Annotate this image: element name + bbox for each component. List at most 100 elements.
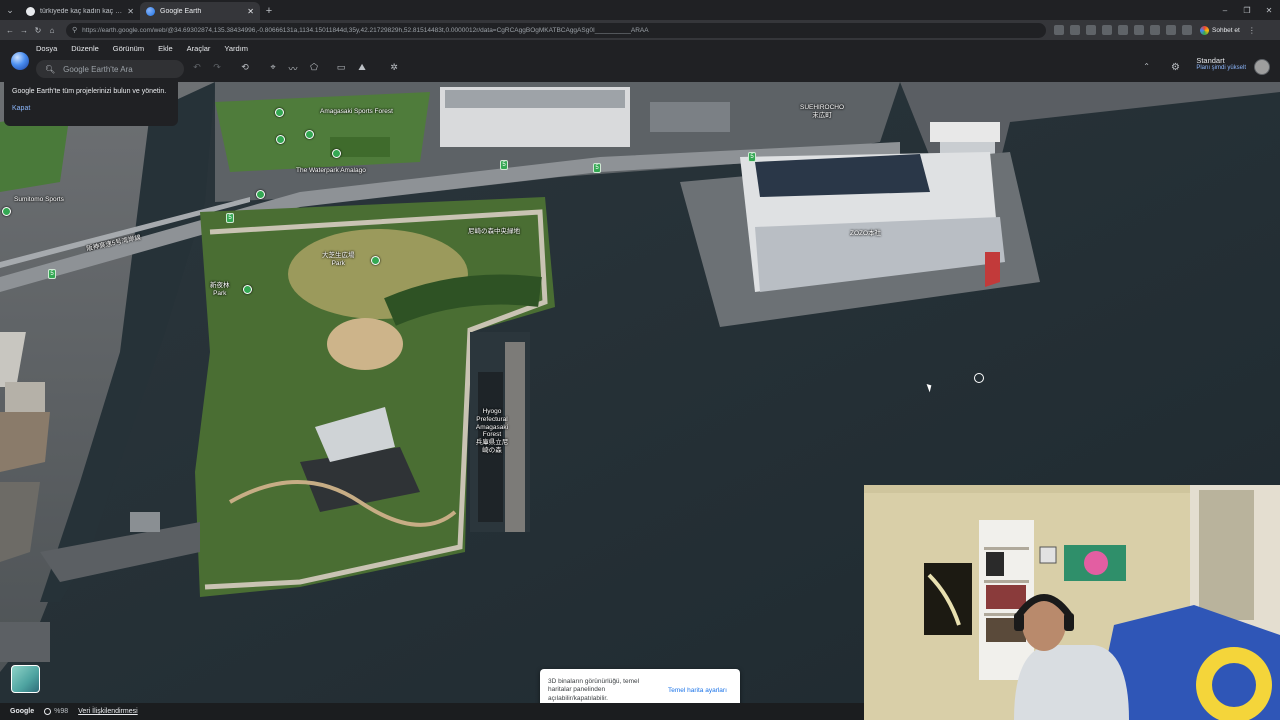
map-poi-pin-icon[interactable] bbox=[371, 256, 380, 265]
app-toolbar: 🔍︎ Google Earth'te Ara ↶ ↷ ⟲ ⌖ 〰 ⬠ ▭ ⛰ ✲… bbox=[0, 56, 1280, 82]
avatar[interactable] bbox=[1254, 59, 1270, 75]
url-field[interactable]: ⚲ https://earth.google.com/web/@34.69302… bbox=[66, 22, 1046, 38]
menu-tools[interactable]: Araçlar bbox=[187, 44, 211, 53]
search-icon: 🔍︎ bbox=[45, 64, 56, 74]
app-menubar: Dosya Düzenle Görünüm Ekle Araçlar Yardı… bbox=[0, 40, 1280, 56]
map-label-warehouse: ZOZO本社 bbox=[850, 230, 882, 237]
extension-icon[interactable] bbox=[1102, 25, 1112, 35]
search-input[interactable]: 🔍︎ Google Earth'te Ara bbox=[36, 60, 184, 78]
polygon-icon[interactable]: ⬠ bbox=[307, 62, 321, 73]
translate-icon[interactable] bbox=[1054, 25, 1064, 35]
window-controls: – ❐ ✕ bbox=[1214, 0, 1280, 20]
tip-close-button[interactable]: Kapat bbox=[12, 105, 170, 112]
map-poi-pin-icon[interactable] bbox=[275, 108, 284, 117]
map-label-sports-forest: Amagasaki Sports Forest bbox=[320, 108, 393, 115]
route-shield-icon: 5 bbox=[593, 163, 601, 173]
ruler-icon[interactable]: ▭ bbox=[334, 62, 348, 73]
map-label-suehirocho: SUEHIROCHO 末広町 bbox=[800, 104, 844, 120]
map-label-forest2: 新夜林 Park bbox=[210, 282, 230, 298]
tab-search-icon[interactable]: ⌄ bbox=[0, 0, 20, 20]
path-icon[interactable]: 〰 bbox=[286, 62, 300, 75]
load-progress: %98 bbox=[54, 708, 69, 715]
collapse-icon[interactable]: ⌃ bbox=[1143, 62, 1150, 71]
home-icon[interactable]: ⌂ bbox=[46, 26, 58, 35]
route-shield-icon: 5 bbox=[748, 152, 756, 162]
toast-message: 3D binaların görünürlüğü, temel haritala… bbox=[548, 677, 640, 702]
menu-edit[interactable]: Düzenle bbox=[71, 44, 99, 53]
reload-icon[interactable]: ↻ bbox=[32, 26, 44, 35]
extension-icon[interactable] bbox=[1086, 25, 1096, 35]
history-icon[interactable]: ⟲ bbox=[238, 62, 252, 73]
google-earth-logo[interactable] bbox=[11, 52, 29, 70]
menu-file[interactable]: Dosya bbox=[36, 44, 57, 53]
map-label-text: Hyogo Prefectural Amagasaki Forest bbox=[475, 408, 509, 439]
google-favicon-icon bbox=[26, 6, 35, 16]
extension-icon[interactable] bbox=[1166, 25, 1176, 35]
map-label-sports: Sumitomo Sports bbox=[14, 196, 64, 203]
basemap-settings-button[interactable]: Temel harita ayarları bbox=[668, 687, 727, 694]
maximize-icon[interactable]: ❐ bbox=[1236, 6, 1258, 15]
map-label-waterpark: The Waterpark Amalago bbox=[296, 167, 366, 174]
extension-icon[interactable] bbox=[1150, 25, 1160, 35]
browser-tabstrip: ⌄ türkiyede kaç kadın kaç erkek var ✕ Go… bbox=[0, 0, 1280, 20]
account-plan[interactable]: Standart Planı şimdi yükselt bbox=[1196, 56, 1246, 71]
map-label-text: 大芝生広場 bbox=[322, 252, 355, 259]
projects-tip-card: Google Earth'te tüm projelerinizi bulun … bbox=[4, 82, 178, 126]
map-poi-pin-icon[interactable] bbox=[305, 130, 314, 139]
map-poi-pin-icon[interactable] bbox=[243, 285, 252, 294]
back-icon[interactable]: ← bbox=[4, 26, 16, 35]
map-style-thumbnail[interactable] bbox=[11, 665, 40, 693]
map-target-ring-icon bbox=[974, 373, 984, 383]
map-poi-pin-icon[interactable] bbox=[332, 149, 341, 158]
map-poi-pin-icon[interactable] bbox=[2, 207, 11, 216]
menu-view[interactable]: Görünüm bbox=[113, 44, 144, 53]
profile-icon[interactable] bbox=[1182, 25, 1192, 35]
webcam-overlay bbox=[864, 485, 1280, 720]
webcam-feed bbox=[864, 485, 1280, 720]
map-label-text: 兵庫県立尼崎の森 bbox=[475, 439, 509, 454]
placemark-icon[interactable]: ⌖ bbox=[266, 62, 280, 73]
extension-icon[interactable] bbox=[1134, 25, 1144, 35]
bookmark-icon[interactable] bbox=[1070, 25, 1080, 35]
tab-title: Google Earth bbox=[160, 7, 202, 15]
new-tab-button[interactable]: + bbox=[260, 2, 278, 20]
browser-tab-search[interactable]: türkiyede kaç kadın kaç erkek var ✕ bbox=[20, 2, 140, 20]
more-icon[interactable]: ⋮ bbox=[1248, 26, 1256, 35]
menu-add[interactable]: Ekle bbox=[158, 44, 173, 53]
extension-icon[interactable] bbox=[1118, 25, 1128, 35]
tip-text: Google Earth'te tüm projelerinizi bulun … bbox=[12, 88, 167, 95]
earth-favicon-icon bbox=[146, 6, 155, 16]
image-overlay-icon[interactable]: ⛰ bbox=[355, 62, 369, 73]
settings-gear-icon[interactable]: ⚙ bbox=[1171, 62, 1180, 73]
map-label-field: 大芝生広場 Park bbox=[322, 252, 355, 268]
undo-icon[interactable]: ↶ bbox=[190, 62, 204, 73]
chat-button[interactable]: Sohbet et bbox=[1200, 25, 1240, 35]
close-tab-icon[interactable]: ✕ bbox=[127, 7, 134, 16]
satellite-icon[interactable]: ✲ bbox=[387, 62, 401, 73]
close-tab-icon[interactable]: ✕ bbox=[247, 7, 254, 16]
map-label-text: Park bbox=[213, 289, 227, 297]
minimize-icon[interactable]: – bbox=[1214, 6, 1236, 15]
route-shield-icon: 5 bbox=[500, 160, 508, 170]
browser-tab-earth[interactable]: Google Earth ✕ bbox=[140, 2, 260, 20]
forward-icon[interactable]: → bbox=[18, 26, 30, 35]
menu-help[interactable]: Yardım bbox=[224, 44, 248, 53]
map-label-text: SUEHIROCHO bbox=[800, 104, 845, 111]
loading-icon bbox=[44, 708, 52, 715]
tab-title: türkiyede kaç kadın kaç erkek var bbox=[40, 7, 123, 15]
upgrade-link[interactable]: Planı şimdi yükselt bbox=[1196, 65, 1246, 71]
map-poi-pin-icon[interactable] bbox=[276, 135, 285, 144]
map-label-forest-center: 尼崎の森中央緑地 bbox=[468, 228, 520, 235]
google-logo: Google bbox=[10, 708, 35, 715]
chat-label: Sohbet et bbox=[1212, 26, 1240, 34]
map-label-hyogo-forest: Hyogo Prefectural Amagasaki Forest 兵庫県立尼… bbox=[474, 408, 510, 455]
redo-icon[interactable]: ↷ bbox=[210, 62, 224, 73]
close-window-icon[interactable]: ✕ bbox=[1258, 6, 1280, 15]
plan-name: Standart bbox=[1196, 56, 1225, 65]
map-label-text: 新夜林 bbox=[210, 282, 230, 289]
route-shield-icon: 5 bbox=[48, 269, 56, 279]
data-attribution-link[interactable]: Veri İlişkilendirmesi bbox=[78, 708, 138, 715]
site-info-icon[interactable]: ⚲ bbox=[72, 26, 77, 34]
map-poi-pin-icon[interactable] bbox=[256, 190, 265, 199]
extension-icons bbox=[1054, 25, 1192, 35]
